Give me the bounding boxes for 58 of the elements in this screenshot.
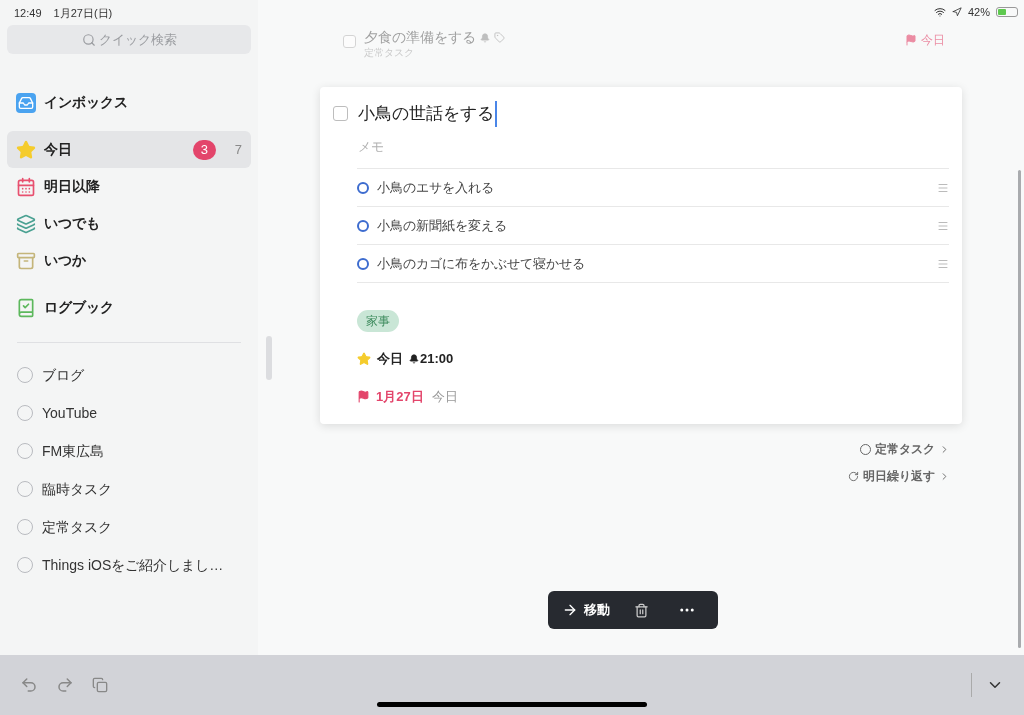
undo-icon[interactable]: [20, 676, 38, 694]
checklist-item[interactable]: 小鳥のカゴに布をかぶせて寝かせる: [377, 253, 929, 274]
checkbox[interactable]: [333, 106, 348, 122]
sidebar-item[interactable]: ログブック: [7, 289, 251, 326]
redo-icon[interactable]: [56, 676, 74, 694]
deadline-relative: 今日: [431, 387, 458, 406]
sidebar-item[interactable]: 今日 3 7: [7, 131, 251, 168]
calendar-icon: [16, 176, 36, 197]
box-icon: [16, 250, 36, 271]
arrow-right-icon: [562, 602, 578, 618]
task-title-field[interactable]: 小鳥の世話をする: [358, 101, 497, 127]
search-icon: [82, 33, 96, 47]
project-item[interactable]: FM東広島: [7, 432, 251, 470]
detail-link[interactable]: 定常タスク: [860, 440, 950, 458]
tag-icon: [494, 32, 505, 43]
copy-icon[interactable]: [92, 677, 108, 693]
when-label[interactable]: 今日: [377, 349, 403, 369]
flag-icon: [905, 34, 917, 46]
project-item[interactable]: YouTube: [7, 394, 251, 432]
status-date: 1月27日(日): [53, 5, 113, 21]
move-button[interactable]: 移動: [562, 600, 610, 620]
detail-link[interactable]: 明日繰り返す: [848, 467, 950, 485]
checklist-item[interactable]: 小鳥のエサを入れる: [377, 177, 929, 198]
battery-percent: 42%: [967, 5, 990, 20]
search-field[interactable]: クイック検索: [7, 25, 251, 54]
logbook-icon: [16, 297, 36, 318]
repeat-icon: [848, 470, 859, 482]
battery-icon: [996, 7, 1018, 18]
deadline-label: 今日: [921, 32, 945, 49]
count-badge: 3: [192, 139, 216, 160]
drag-handle-icon[interactable]: [937, 257, 949, 270]
flag-icon: [357, 389, 370, 403]
project-item[interactable]: 定常タスク: [7, 508, 251, 546]
bell-icon: [409, 353, 419, 364]
checklist-item[interactable]: 小鳥の新聞紙を変える: [377, 215, 929, 236]
sidebar-item[interactable]: いつか: [7, 242, 251, 279]
resize-handle[interactable]: [266, 336, 272, 380]
drag-handle-icon[interactable]: [937, 219, 949, 232]
drag-handle-icon[interactable]: [937, 181, 949, 194]
layers-icon: [16, 213, 36, 234]
sidebar-item[interactable]: いつでも: [7, 205, 251, 242]
project-item[interactable]: ブログ: [7, 356, 251, 394]
project-item[interactable]: Things iOSをご紹介しまし…: [7, 546, 251, 584]
project-item[interactable]: 臨時タスク: [7, 470, 251, 508]
trash-icon[interactable]: [634, 602, 649, 618]
status-time: 12:49: [14, 5, 42, 21]
sidebar-item[interactable]: インボックス: [7, 84, 251, 121]
star-icon: [16, 139, 36, 160]
deadline-date[interactable]: 1月27日: [376, 386, 424, 406]
star-icon: [357, 351, 371, 366]
notes-field[interactable]: メモ: [358, 136, 949, 156]
location-icon: [951, 7, 962, 18]
sidebar-item[interactable]: 明日以降: [7, 168, 251, 205]
inbox-icon: [16, 92, 36, 113]
bell-icon: [480, 32, 490, 43]
checkbox[interactable]: [343, 35, 356, 48]
item-count: 7: [233, 140, 242, 159]
reminder-time[interactable]: 21:00: [420, 349, 454, 369]
